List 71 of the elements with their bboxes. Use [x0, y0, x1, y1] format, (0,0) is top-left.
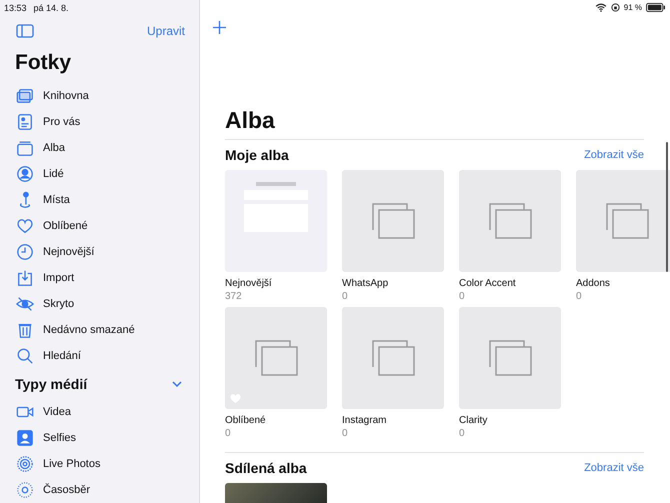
battery-percent: 91 %	[624, 3, 642, 12]
album-thumbnail[interactable]	[459, 170, 561, 272]
search-icon	[16, 347, 34, 365]
sidebar-item[interactable]: Hledání	[0, 343, 199, 369]
album-thumbnail[interactable]	[459, 307, 561, 409]
album-count: 0	[459, 428, 466, 439]
edit-button[interactable]: Upravit	[146, 24, 185, 38]
sidebar-item[interactable]: Časosběr	[0, 477, 199, 503]
album-count: 0	[459, 291, 466, 302]
album-thumbnail[interactable]	[576, 170, 670, 272]
album-stack-icon	[604, 202, 650, 240]
album-count: 0	[225, 428, 232, 439]
foryou-icon	[16, 113, 34, 131]
album-thumbnail[interactable]	[342, 170, 444, 272]
section-title: Moje alba	[225, 147, 289, 163]
album-thumbnail[interactable]	[342, 307, 444, 409]
sidebar-item[interactable]: Lidé	[0, 161, 199, 187]
page-title: Alba	[225, 107, 644, 140]
sidebar-item[interactable]: Místa	[0, 187, 199, 213]
screenshot-thumbnail[interactable]	[225, 170, 327, 272]
eye-icon	[16, 295, 34, 313]
lock-rotation-icon	[610, 3, 620, 12]
timelapse-icon	[16, 481, 34, 499]
section-title: Typy médií	[15, 376, 88, 392]
section-title: Sdílená alba	[225, 460, 307, 476]
sidebar-item[interactable]: Pro vás	[0, 109, 199, 135]
album-name: Clarity	[459, 415, 488, 426]
battery-icon	[646, 3, 666, 12]
sidebar-item[interactable]: Alba	[0, 135, 199, 161]
sidebar-item[interactable]: Nedávno smazané	[0, 317, 199, 343]
sidebar-item[interactable]: Videa	[0, 399, 199, 425]
album-count: 0	[342, 291, 349, 302]
status-date: pá 14. 8.	[34, 3, 69, 15]
album-stack-icon	[487, 202, 533, 240]
album-count: 372	[225, 291, 243, 302]
album-count: 0	[576, 291, 583, 302]
album-count: 0	[342, 428, 349, 439]
status-time: 13:53	[4, 3, 27, 15]
album-stack-icon	[370, 339, 416, 377]
album-icon	[16, 139, 34, 157]
sidebar-item[interactable]: Oblíbené	[0, 213, 199, 239]
heart-icon	[16, 217, 34, 235]
import-icon	[16, 269, 34, 287]
album-thumbnail[interactable]	[225, 307, 327, 409]
photos-icon	[16, 87, 34, 105]
sidebar-item[interactable]: Nejnovější	[0, 239, 199, 265]
sidebar-item[interactable]: Skryto	[0, 291, 199, 317]
sidebar-item[interactable]: Live Photos	[0, 451, 199, 477]
see-all-link[interactable]: Zobrazit vše	[584, 149, 644, 161]
album-name: WhatsApp	[342, 278, 390, 289]
add-icon[interactable]	[213, 21, 226, 34]
clock-icon	[16, 243, 34, 261]
sidebar-toggle-icon[interactable]	[16, 24, 34, 38]
album-name: Nejnovější	[225, 278, 273, 289]
sidebar-item[interactable]: Selfies	[0, 425, 199, 451]
sidebar-title: Fotky	[14, 50, 72, 76]
album-name: Addons	[576, 278, 611, 289]
sidebar-item[interactable]: Knihovna	[0, 83, 199, 109]
see-all-link[interactable]: Zobrazit vše	[584, 462, 644, 474]
album-stack-icon	[253, 339, 299, 377]
wifi-icon	[594, 3, 607, 12]
album-name: Color Accent	[459, 278, 517, 289]
album-stack-icon	[487, 339, 533, 377]
album-name: Oblíbené	[225, 415, 267, 426]
trash-icon	[16, 321, 34, 339]
person-icon	[16, 165, 34, 183]
sidebar-item[interactable]: Import	[0, 265, 199, 291]
album-stack-icon	[370, 202, 416, 240]
album-name: Instagram	[342, 415, 388, 426]
live-icon	[16, 455, 34, 473]
selfie-icon	[16, 429, 34, 447]
